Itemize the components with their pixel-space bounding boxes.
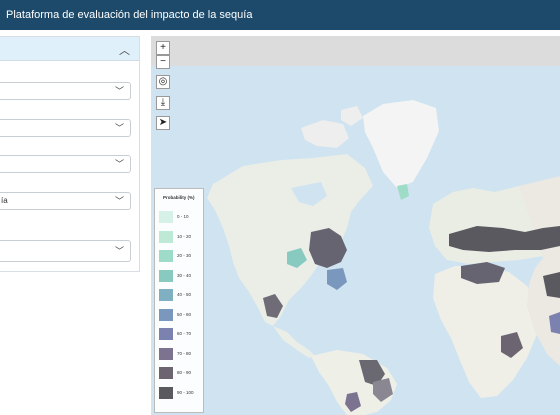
legend-swatch xyxy=(159,289,173,301)
legend-swatch xyxy=(159,269,173,282)
legend-label: 20 - 30 xyxy=(177,253,192,258)
legend-item: 40 - 50 xyxy=(159,289,205,303)
chevron-down-icon: ﹀ xyxy=(114,196,124,206)
legend-label: 50 - 60 xyxy=(177,311,192,317)
globe-icon[interactable]: ◎ xyxy=(156,75,170,89)
filter-select-4-value: ía xyxy=(1,196,8,205)
legend-title: Probability (%) xyxy=(163,195,195,200)
legend-item: 70 - 80 xyxy=(159,347,205,362)
world-map[interactable] xyxy=(151,36,560,415)
legend-item: 90 - 100 xyxy=(159,386,205,401)
filter-select-2[interactable]: ﹀ xyxy=(0,119,131,137)
legend-swatch xyxy=(159,328,173,340)
chevron-down-icon: ﹀ xyxy=(114,246,124,256)
legend-item: 60 - 70 xyxy=(159,328,205,342)
chevron-down-icon: ﹀ xyxy=(114,123,124,133)
filter-select-5[interactable]: ﹀ xyxy=(0,240,131,262)
map-view[interactable]: + − ◎ ⤓ ➤ Probability (%) 0 - 10 10 - 20 2… xyxy=(151,36,560,415)
chevron-down-icon: ﹀ xyxy=(114,86,124,96)
filter-select-4[interactable]: ía ﹀ xyxy=(0,192,131,210)
legend-swatch xyxy=(159,250,173,262)
filter-select-1[interactable]: ﹀ xyxy=(0,82,131,100)
legend-label: 80 - 90 xyxy=(177,370,192,375)
app-title: Plataforma de evaluación del impacto de … xyxy=(6,9,253,21)
chevron-up-icon[interactable]: ︿ xyxy=(119,42,130,58)
legend-item: 80 - 90 xyxy=(159,367,205,381)
legend-item: 20 - 30 xyxy=(159,250,205,264)
app-header: Plataforma de evaluación del impacto de … xyxy=(0,0,560,30)
legend-label: 90 - 100 xyxy=(177,389,194,395)
locate-icon[interactable]: ➤ xyxy=(156,116,170,130)
legend-item: 50 - 60 xyxy=(159,308,205,323)
legend-swatch xyxy=(159,230,173,243)
legend-item: 10 - 20 xyxy=(159,230,205,245)
legend-swatch xyxy=(159,347,173,360)
zoom-out-button[interactable]: − xyxy=(156,55,170,69)
legend-label: 10 - 20 xyxy=(177,233,192,239)
legend-label: 70 - 80 xyxy=(177,350,192,356)
legend-swatch xyxy=(159,211,173,223)
probability-legend: Probability (%) 0 - 10 10 - 20 20 - 30 30 -… xyxy=(154,188,204,413)
filter-select-3[interactable]: ﹀ xyxy=(0,155,131,173)
legend-label: 40 - 50 xyxy=(177,292,192,297)
legend-swatch xyxy=(159,367,173,379)
legend-label: 0 - 10 xyxy=(177,214,189,219)
filter-panel: ︿ ﹀ ﹀ ﹀ ía ﹀ ﹀ xyxy=(0,36,140,272)
legend-label: 30 - 40 xyxy=(177,272,192,278)
download-icon[interactable]: ⤓ xyxy=(156,96,170,110)
zoom-in-button[interactable]: + xyxy=(156,41,170,55)
legend-item: 30 - 40 xyxy=(159,269,205,284)
panel-header[interactable]: ︿ xyxy=(0,37,139,61)
legend-label: 60 - 70 xyxy=(177,331,192,336)
chevron-down-icon: ﹀ xyxy=(114,159,124,169)
legend-swatch xyxy=(159,386,173,399)
legend-item: 0 - 10 xyxy=(159,211,205,225)
legend-swatch xyxy=(159,308,173,321)
